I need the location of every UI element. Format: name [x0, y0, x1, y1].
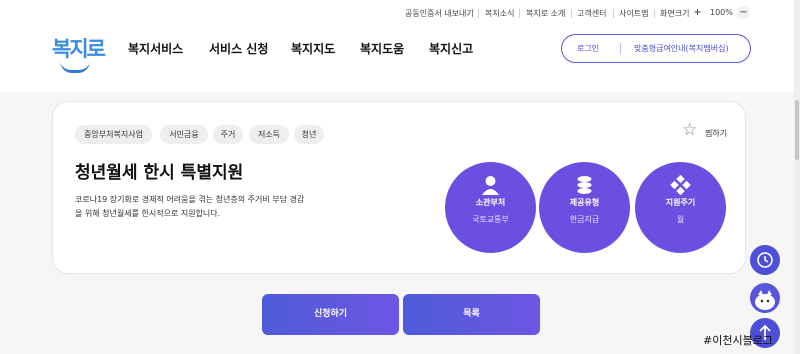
favorite-label: 찜하기	[705, 129, 728, 138]
page-scrollbar[interactable]	[794, 0, 800, 354]
tag-low-income[interactable]: 저소득	[249, 125, 289, 144]
apply-button[interactable]: 신청하기	[262, 294, 399, 335]
service-title: 청년월세 한시 특별지원	[75, 163, 244, 183]
site-logo[interactable]: 복지로	[52, 29, 107, 79]
zoom-label: 화면크기	[660, 9, 690, 18]
logo-smile-icon	[60, 61, 90, 73]
bokji-membership-button[interactable]: 맞춤형급여안내(복지멤버십)	[634, 43, 729, 54]
nav-item-welfare-map[interactable]: 복지지도	[291, 40, 335, 57]
zoom-out-button[interactable]: −	[737, 6, 750, 19]
account-button-group: 로그인 맞춤형급여안내(복지멤버십)	[561, 34, 751, 63]
site-header: 복지로 복지서비스 서비스 신청 복지지도 복지도움 복지신고 로그인 맞춤형급…	[0, 26, 800, 96]
nav-item-service-apply[interactable]: 서비스 신청	[209, 40, 268, 57]
recent-history-button[interactable]	[750, 245, 780, 275]
person-icon	[482, 176, 499, 195]
info-support-cycle: 지원주기 월	[635, 162, 726, 253]
nav-item-welfare-help[interactable]: 복지도움	[360, 40, 404, 57]
info-value: 현금지급	[569, 215, 600, 224]
zoom-in-button[interactable]: +	[691, 6, 704, 19]
nav-item-welfare-service[interactable]: 복지서비스	[128, 40, 183, 57]
dots-icon	[670, 174, 691, 196]
util-divider	[519, 9, 520, 18]
history-icon	[757, 252, 773, 268]
util-divider	[478, 9, 479, 18]
info-label: 제공유형	[569, 198, 600, 207]
chatbot-character-icon	[755, 290, 775, 310]
chatbot-button[interactable]	[750, 283, 780, 313]
button-divider	[620, 43, 621, 54]
tag-central-ministry[interactable]: 중앙부처복지사업	[75, 125, 152, 144]
login-button[interactable]: 로그인	[577, 43, 599, 54]
info-label: 소관부처	[475, 198, 506, 207]
list-button[interactable]: 목록	[403, 294, 540, 335]
service-description: 코로나19 장기화로 경제적 어려움을 겪는 청년층의 주거비 부담 경감을 위…	[75, 195, 305, 218]
info-label: 지원주기	[665, 198, 696, 207]
service-card: 중앙부처복지사업 서민금융 주거 저소득 청년 ☆ 찜하기 청년월세 한시 특별…	[52, 101, 746, 274]
info-value: 국토교통부	[472, 215, 509, 224]
info-value: 월	[676, 215, 685, 224]
zoom-value: 100%	[710, 8, 733, 17]
scrollbar-thumb[interactable]	[795, 100, 799, 160]
util-link-sitemap[interactable]: 사이트맵	[619, 8, 648, 19]
logo-text: 복지로	[52, 37, 106, 61]
star-icon: ☆	[682, 120, 698, 140]
info-provision-type: 제공유형 현금지급	[539, 162, 630, 253]
util-link-customer-center[interactable]: 고객센터	[577, 8, 606, 19]
tag-housing[interactable]: 주거	[213, 125, 243, 144]
util-link-about[interactable]: 복지로 소개	[526, 8, 565, 19]
nav-item-welfare-report[interactable]: 복지신고	[429, 40, 473, 57]
blog-watermark: #이천시블로그	[703, 334, 773, 347]
tag-youth[interactable]: 청년	[294, 125, 324, 144]
tag-finance[interactable]: 서민금융	[160, 125, 208, 144]
info-ministry: 소관부처 국토교통부	[445, 162, 536, 253]
util-divider	[613, 9, 614, 18]
util-divider	[654, 9, 655, 18]
coins-icon	[577, 176, 592, 194]
util-link-news[interactable]: 복지소식	[485, 8, 514, 19]
util-link-cert-export[interactable]: 공동인증서 내보내기	[405, 8, 474, 19]
util-divider	[571, 9, 572, 18]
utility-bar: 공동인증서 내보내기 복지소식 복지로 소개 고객센터 사이트맵 화면크기 + …	[0, 0, 800, 26]
